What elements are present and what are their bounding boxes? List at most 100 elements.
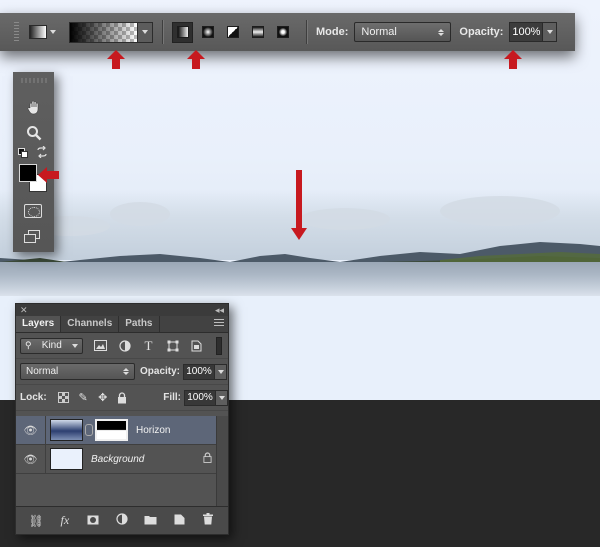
layer-mask-thumbnail[interactable] [95,419,128,441]
visibility-eye-icon[interactable]: 👁 [16,444,46,474]
tab-paths[interactable]: Paths [119,316,160,332]
panel-footer: ⛓ fx [16,506,228,534]
stepper-arrows-icon [123,368,129,375]
chevron-down-icon [71,343,78,348]
move-icon: ✥ [98,392,108,404]
fill-value[interactable]: 100% [185,390,216,405]
layer-opacity-value[interactable]: 100% [184,364,215,379]
default-colors-button[interactable] [18,148,28,161]
radial-gradient-icon [201,26,214,38]
tab-channels[interactable]: Channels [61,316,120,332]
filter-kind-value: Kind [41,340,62,351]
opacity-dropdown-button[interactable] [542,23,557,41]
adjustment-icon[interactable] [113,513,131,528]
collapse-icon[interactable]: ◂◂ [215,305,224,316]
radial-gradient-button[interactable] [197,22,218,43]
opacity-value[interactable]: 100% [510,23,543,41]
toolbox-grip[interactable] [21,78,47,83]
reflected-gradient-button[interactable] [247,22,268,43]
fx-icon[interactable]: fx [56,513,74,528]
chevron-down-icon [217,369,224,374]
filter-pixel-icon[interactable] [94,339,107,352]
diamond-gradient-icon [276,26,289,38]
add-mask-icon[interactable] [84,514,102,528]
mode-label: Mode: [316,26,349,38]
layer-thumbnail[interactable] [50,419,83,441]
blend-mode-select[interactable]: Normal [20,363,135,380]
opacity-field[interactable]: 100% [509,22,558,42]
layer-name[interactable]: Horizon [136,425,170,436]
filter-adjustment-icon[interactable] [118,339,131,352]
divider [306,20,307,44]
quick-mask-button[interactable] [24,204,42,218]
brush-icon: ✎ [78,392,88,404]
options-bar: Mode: Normal Opacity: 100% [0,13,575,51]
layer-row-background[interactable]: 👁 Background [16,444,228,474]
panel-titlebar[interactable]: ✕ ◂◂ [16,304,228,316]
gradient-dropdown-button[interactable] [137,22,152,42]
swap-colors-button[interactable] [36,145,48,161]
mask-link-icon[interactable] [85,424,93,436]
chevron-down-icon [142,30,148,34]
lock-transparency-button[interactable] [57,391,70,404]
chevron-down-icon [50,30,56,34]
close-icon[interactable]: ✕ [20,305,28,316]
panel-menu-icon[interactable] [214,319,224,327]
diamond-gradient-button[interactable] [272,22,293,43]
gradient-picker[interactable] [69,21,153,43]
default-colors-icon [18,148,28,158]
filter-type-icon[interactable]: T [142,338,155,353]
options-bar-grip[interactable] [14,22,19,42]
lake-water [0,262,600,296]
reflected-gradient-icon [251,26,264,38]
filter-kind-select[interactable]: ⚲ Kind [20,337,83,354]
layer-thumbnail[interactable] [50,448,83,470]
swap-arrows-icon [37,145,47,159]
layers-panel: ✕ ◂◂ Layers Channels Paths ⚲ Kind T Norm… [15,303,229,535]
link-icon[interactable]: ⛓ [27,514,45,528]
mode-value: Normal [361,26,397,38]
tool-preset-picker[interactable] [29,20,65,44]
linear-gradient-icon [176,26,189,38]
layer-name[interactable]: Background [91,454,144,465]
filter-smart-object-icon[interactable] [190,339,203,352]
lock-all-button[interactable] [117,391,129,404]
gradient-preview[interactable] [70,22,137,42]
blend-mode-value: Normal [26,366,59,377]
toolbox-panel [13,72,54,252]
divider [162,20,163,44]
hand-tool-button[interactable] [21,96,47,118]
lock-image-button[interactable]: ✎ [77,391,89,404]
layers-scrollbar[interactable] [216,416,228,507]
layer-opacity-dropdown[interactable] [214,364,227,379]
filter-toggle-switch[interactable] [216,337,222,355]
chevron-down-icon [546,30,553,34]
angle-gradient-icon [226,26,239,38]
blend-row: Normal Opacity: 100% [16,359,228,385]
zoom-tool-button[interactable] [21,122,47,144]
lock-label: Lock: [20,392,47,403]
fill-label: Fill: [163,392,182,403]
mode-select[interactable]: Normal [354,22,452,42]
search-icon: ⚲ [25,340,32,350]
fill-dropdown[interactable] [215,390,228,405]
layer-row-horizon[interactable]: 👁 Horizon [16,415,228,445]
new-layer-icon[interactable] [170,514,188,528]
opacity-label: Opacity: [459,26,504,38]
screen-mode-button[interactable] [24,230,42,244]
linear-gradient-button[interactable] [172,21,193,43]
lock-icon [203,452,212,466]
visibility-eye-icon[interactable]: 👁 [16,415,46,445]
tab-layers[interactable]: Layers [16,316,62,332]
checkerboard-icon [57,392,69,403]
angle-gradient-button[interactable] [222,22,243,43]
magnifier-icon [27,126,42,141]
lock-position-button[interactable]: ✥ [97,391,109,404]
fill-field[interactable]: 100% [184,389,229,406]
folder-icon[interactable] [142,514,160,528]
foreground-color-swatch[interactable] [19,164,37,182]
layer-opacity-field[interactable]: 100% [183,363,228,380]
filter-shape-icon[interactable] [166,339,179,352]
trash-icon[interactable] [199,513,217,528]
filter-row: ⚲ Kind T [16,333,228,359]
